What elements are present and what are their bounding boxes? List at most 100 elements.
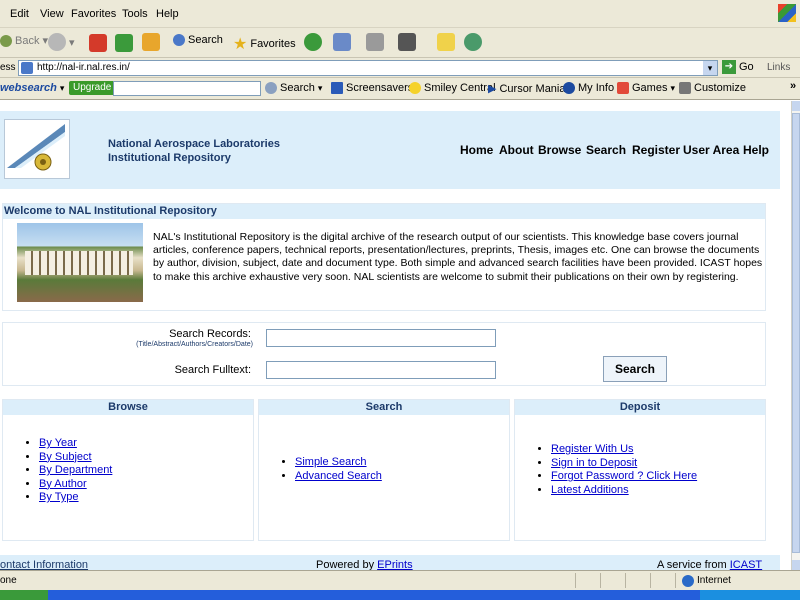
browse-by-department-link[interactable]: By Department [39, 464, 112, 476]
upgrade-button[interactable]: Upgrade [69, 81, 116, 95]
status-zone: Internet [697, 575, 731, 586]
scroll-down-icon[interactable] [792, 560, 800, 570]
nav-search[interactable]: Search [586, 143, 626, 157]
nav-user-area[interactable]: User Area [683, 143, 739, 157]
start-button[interactable] [0, 590, 48, 600]
search-records-label: Search Records: [169, 328, 251, 340]
list-item: Latest Additions [551, 484, 697, 498]
eprints-link[interactable]: EPrints [377, 559, 412, 570]
taskbar [0, 590, 800, 600]
campus-building-image [17, 223, 143, 302]
search-button[interactable]: Search [173, 34, 223, 46]
home-icon[interactable] [142, 33, 160, 51]
print-icon[interactable] [366, 33, 384, 51]
simple-search-link[interactable]: Simple Search [295, 456, 367, 468]
list-item: By Type [39, 491, 112, 505]
nav-home[interactable]: Home [460, 143, 493, 157]
browse-by-year-link[interactable]: By Year [39, 437, 77, 449]
search-records-input[interactable] [266, 329, 496, 347]
stop-icon[interactable] [89, 34, 107, 52]
menu-help[interactable]: Help [156, 8, 179, 20]
welcome-panel: Welcome to NAL Institutional Repository … [2, 203, 766, 311]
messenger-icon[interactable] [464, 33, 482, 51]
status-bar: one Internet [0, 570, 800, 590]
customize-button[interactable]: Customize [679, 82, 746, 94]
search-submit-button[interactable]: Search [603, 356, 667, 382]
menu-tools[interactable]: Tools [122, 8, 148, 20]
sign-in-to-deposit-link[interactable]: Sign in to Deposit [551, 457, 637, 469]
deposit-links: Register With Us Sign in to Deposit Forg… [529, 443, 697, 497]
websearch-search-button[interactable]: Search ▾ [265, 82, 322, 94]
websearch-input[interactable] [113, 81, 261, 96]
scroll-up-icon[interactable] [792, 101, 800, 111]
nav-help[interactable]: Help [743, 143, 769, 157]
dropdown-arrow-icon[interactable]: ▾ [703, 61, 717, 75]
contact-information-link[interactable]: ontact Information [0, 559, 88, 570]
browse-by-author-link[interactable]: By Author [39, 478, 87, 490]
search-icon [173, 34, 185, 46]
windows-logo-icon [778, 4, 796, 22]
history-icon[interactable] [304, 33, 322, 51]
info-icon [563, 82, 575, 94]
search-form-panel: Search Records: (Title/Abstract/Authors/… [2, 322, 766, 386]
nav-about[interactable]: About [499, 143, 534, 157]
search-links: Simple Search Advanced Search [273, 456, 382, 483]
browse-heading: Browse [3, 400, 253, 415]
deposit-heading: Deposit [515, 400, 765, 415]
search-fulltext-label: Search Fulltext: [174, 364, 251, 376]
browse-by-subject-link[interactable]: By Subject [39, 451, 92, 463]
monitor-icon [331, 82, 343, 94]
toolbar-overflow-chevron-icon[interactable]: » [790, 80, 796, 92]
vertical-scrollbar[interactable] [791, 101, 800, 570]
links-button[interactable]: Links [767, 62, 790, 73]
address-input[interactable]: http://nal-ir.nal.res.in/ ▾ [18, 60, 718, 76]
smiley-icon [409, 82, 421, 94]
websearch-menu[interactable]: websearch ▾ [0, 82, 64, 94]
address-bar: ess http://nal-ir.nal.res.in/ ▾ ➔ Go Lin… [0, 58, 800, 78]
list-item: Simple Search [295, 456, 382, 470]
go-button[interactable]: ➔ Go [722, 60, 754, 74]
forgot-password-link[interactable]: Forgot Password ? Click Here [551, 470, 697, 482]
star-icon: ★ [233, 36, 248, 53]
page-icon [21, 62, 33, 74]
nav-register[interactable]: Register [632, 143, 680, 157]
games-icon [617, 82, 629, 94]
list-item: Register With Us [551, 443, 697, 457]
favorites-button[interactable]: ★ Favorites [233, 34, 296, 54]
globe-icon [682, 575, 694, 587]
forward-button[interactable]: ▾ [48, 33, 75, 51]
list-item: By Subject [39, 451, 112, 465]
browse-by-type-link[interactable]: By Type [39, 491, 79, 503]
system-tray [700, 590, 800, 600]
list-item: Forgot Password ? Click Here [551, 470, 697, 484]
nav-browse[interactable]: Browse [538, 143, 581, 157]
my-info-button[interactable]: My Info [563, 82, 614, 94]
go-arrow-icon: ➔ [722, 60, 736, 74]
site-footer: ontact Information Powered by EPrints A … [0, 555, 780, 570]
icast-link[interactable]: ICAST [730, 559, 762, 570]
page-viewport: National Aerospace Laboratories Institut… [0, 101, 791, 570]
menu-view[interactable]: View [40, 8, 64, 20]
list-item: Sign in to Deposit [551, 457, 697, 471]
screensavers-button[interactable]: Screensavers [331, 82, 413, 94]
site-title-line2: Institutional Repository [108, 152, 231, 164]
discuss-icon[interactable] [437, 33, 455, 51]
menu-edit[interactable]: Edit [10, 8, 29, 20]
mail-icon[interactable] [333, 33, 351, 51]
games-button[interactable]: Games ▾ [617, 82, 675, 94]
standard-toolbar: Back ▾ ▾ Search ★ Favorites [0, 28, 800, 58]
cursor-mania-button[interactable]: ▶ Cursor Mania [488, 82, 566, 96]
smiley-central-button[interactable]: Smiley Central [409, 82, 496, 94]
menu-favorites[interactable]: Favorites [71, 8, 116, 20]
latest-additions-link[interactable]: Latest Additions [551, 484, 629, 496]
chevron-down-icon: ▾ [69, 36, 75, 49]
service-from-text: A service from ICAST [657, 559, 763, 570]
advanced-search-link[interactable]: Advanced Search [295, 470, 382, 482]
refresh-icon[interactable] [115, 34, 133, 52]
back-button[interactable]: Back ▾ [0, 34, 48, 47]
search-fulltext-input[interactable] [266, 361, 496, 379]
scroll-thumb[interactable] [792, 113, 800, 553]
site-title-line1: National Aerospace Laboratories [108, 138, 280, 150]
edit-icon[interactable] [398, 33, 416, 51]
register-with-us-link[interactable]: Register With Us [551, 443, 634, 455]
